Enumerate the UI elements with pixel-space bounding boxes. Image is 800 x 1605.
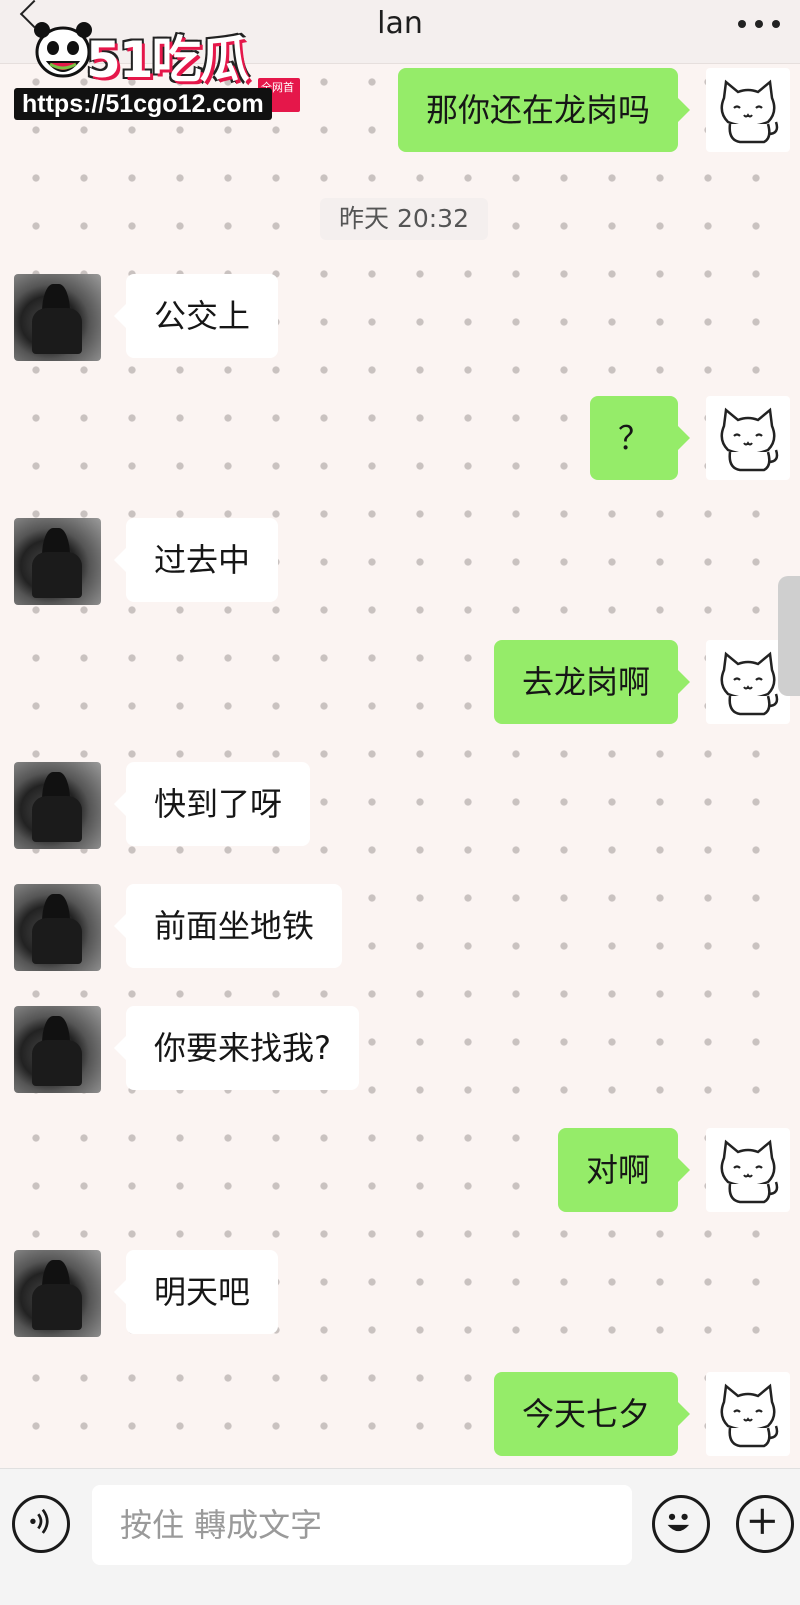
watermark: 51吃瓜 全网首发 https://51cgo12.com <box>8 6 300 120</box>
contact-avatar[interactable] <box>14 1006 101 1093</box>
message-bubble-self[interactable]: 今天七夕 <box>493 1372 691 1456</box>
message-input[interactable]: 按住 轉成文字 <box>92 1485 632 1565</box>
side-drag-handle[interactable] <box>778 576 800 696</box>
message-bubble-other[interactable]: 明天吧 <box>113 1250 279 1334</box>
cat-avatar-icon <box>720 1383 779 1448</box>
message-row: 明天吧 <box>0 1248 800 1338</box>
emoji-icon[interactable] <box>652 1495 710 1553</box>
message-bubble-other[interactable]: 前面坐地铁 <box>113 884 343 968</box>
message-row: 过去中 <box>0 516 800 606</box>
message-bubble-self[interactable]: ？ <box>589 396 691 480</box>
cat-avatar-icon <box>720 79 779 144</box>
message-row: 去龙岗啊 <box>0 638 800 728</box>
self-avatar[interactable] <box>706 396 790 480</box>
self-avatar[interactable] <box>706 1372 790 1456</box>
input-bar: 按住 轉成文字 <box>0 1468 800 1605</box>
self-avatar[interactable] <box>706 1128 790 1212</box>
contact-avatar[interactable] <box>14 884 101 971</box>
message-row: 前面坐地铁 <box>0 882 800 972</box>
message-bubble-self[interactable]: 去龙岗啊 <box>493 640 691 724</box>
self-avatar[interactable] <box>706 68 790 152</box>
voice-icon[interactable] <box>12 1495 70 1553</box>
message-bubble-other[interactable]: 你要来找我? <box>114 1006 359 1090</box>
contact-avatar[interactable] <box>14 518 101 605</box>
cat-avatar-icon <box>720 407 779 472</box>
message-bubble-other[interactable]: 公交上 <box>113 274 279 358</box>
message-row: 公交上 <box>0 272 800 362</box>
watermark-url: https://51cgo12.com <box>14 88 272 120</box>
plus-icon[interactable] <box>736 1495 794 1553</box>
contact-avatar[interactable] <box>14 274 101 361</box>
message-row: 快到了呀 <box>0 760 800 850</box>
message-bubble-other[interactable]: 过去中 <box>113 518 279 602</box>
cat-avatar-icon <box>720 1139 779 1204</box>
message-row: ？ <box>0 394 800 484</box>
message-row: 对啊 <box>0 1126 800 1216</box>
timestamp-label: 昨天 20:32 <box>320 198 488 240</box>
more-dots-icon[interactable] <box>738 18 780 30</box>
message-row: 你要来找我? <box>0 1004 800 1094</box>
message-bubble-self[interactable]: 那你还在龙岗吗 <box>397 68 691 152</box>
message-bubble-self[interactable]: 对啊 <box>557 1128 691 1212</box>
message-bubble-other[interactable]: 快到了呀 <box>113 762 311 846</box>
message-row: 今天七夕 <box>0 1370 800 1460</box>
watermark-logo: 51吃瓜 <box>86 31 250 89</box>
contact-avatar[interactable] <box>14 1250 101 1337</box>
contact-avatar[interactable] <box>14 762 101 849</box>
